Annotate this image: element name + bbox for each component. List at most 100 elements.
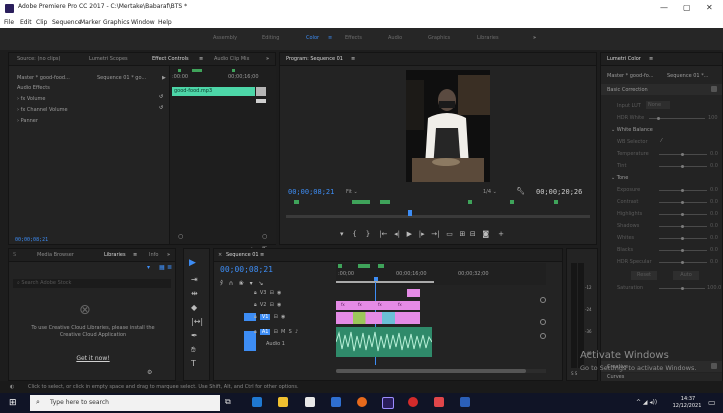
firefox-icon[interactable]: [357, 397, 367, 407]
menu-marker[interactable]: Marker: [80, 19, 101, 26]
auto-button[interactable]: Auto: [673, 271, 699, 280]
eye-icon[interactable]: ◉: [277, 302, 281, 308]
workspace-assembly[interactable]: Assembly: [213, 35, 237, 41]
expand-chevron-icon[interactable]: ›: [17, 118, 19, 124]
creative-checkbox[interactable]: [711, 363, 717, 369]
timeline-scroll-thumb[interactable]: [336, 369, 526, 373]
eye-icon[interactable]: ◉: [277, 290, 281, 296]
menu-clip[interactable]: Clip: [36, 19, 47, 26]
store-icon[interactable]: [305, 397, 315, 407]
tab-source[interactable]: Source: (no clips): [17, 56, 60, 62]
workspace-libraries[interactable]: Libraries: [477, 35, 499, 41]
param-contrast-value[interactable]: 0.0: [710, 199, 718, 205]
play-audio-icon[interactable]: ▶: [162, 75, 166, 81]
saturation-knob[interactable]: [681, 287, 684, 290]
saturation-value[interactable]: 100.0: [707, 285, 721, 291]
timeline-menu-icon[interactable]: ≡: [260, 252, 264, 258]
step-forward-icon[interactable]: |▸: [419, 230, 425, 238]
type-tool-icon[interactable]: T: [191, 359, 196, 368]
panel-grip-icon[interactable]: S: [13, 252, 16, 258]
solo-button[interactable]: S: [289, 329, 292, 335]
mute-button[interactable]: M: [281, 329, 285, 335]
tray-clock-date[interactable]: 12/12/2021: [670, 403, 704, 409]
video-preview[interactable]: [406, 70, 490, 182]
reset-channel-icon[interactable]: ↺: [159, 105, 163, 111]
effect-volume[interactable]: › fx Volume: [17, 96, 46, 102]
tab-lumetri-color[interactable]: Lumetri Color: [607, 56, 641, 62]
workspace-editing[interactable]: Editing: [262, 35, 279, 41]
add-marker-icon[interactable]: ▾: [250, 280, 253, 287]
workspace-color[interactable]: Color: [306, 35, 319, 41]
reset-button[interactable]: Reset: [631, 271, 657, 280]
file-explorer-icon[interactable]: [278, 397, 288, 407]
reset-volume-icon[interactable]: ↺: [159, 94, 163, 100]
menu-window[interactable]: Window: [131, 19, 155, 26]
hdr-white-knob[interactable]: [657, 117, 660, 120]
sync-lock-icon[interactable]: ⊟: [274, 329, 278, 335]
lock-icon[interactable]: 🔒︎: [254, 329, 257, 335]
snap-icon[interactable]: ∩: [229, 280, 233, 287]
pen-tool-icon[interactable]: ✒: [191, 331, 198, 340]
param-exposure-value[interactable]: 0.0: [710, 187, 718, 193]
param-whites-value[interactable]: 0.0: [710, 235, 718, 241]
list-view-icon[interactable]: ≣: [167, 264, 172, 271]
program-playhead[interactable]: [408, 210, 412, 216]
exposure-knob[interactable]: [681, 189, 684, 192]
clip-end-handle[interactable]: [256, 87, 266, 96]
track-id[interactable]: V2: [260, 302, 267, 308]
settings-wrench-icon[interactable]: 🔧︎: [516, 187, 525, 195]
playback-resolution-dropdown[interactable]: 1/4 ⌄: [483, 189, 497, 195]
libraries-more-icon[interactable]: »: [167, 252, 170, 258]
razor-tool-icon[interactable]: ◆: [191, 303, 197, 312]
close-button[interactable]: ✕: [706, 3, 713, 12]
highlights-knob[interactable]: [681, 213, 684, 216]
workspace-menu-icon[interactable]: ≡: [328, 35, 332, 41]
lock-icon[interactable]: 🔒︎: [254, 302, 257, 308]
library-dropdown-icon[interactable]: ▾: [147, 264, 150, 271]
hdr-white-value[interactable]: 100: [708, 115, 718, 121]
minimize-button[interactable]: —: [660, 3, 668, 12]
play-button-icon[interactable]: ▶: [407, 230, 412, 238]
audio-clip-a1[interactable]: [336, 327, 432, 357]
effect-controls-timeline[interactable]: :00:00 00;00;16;00 good-food.mp3 ○ ○ ▸ı …: [169, 66, 276, 253]
stock-search-input[interactable]: ⌕ Search Adobe Stock: [13, 279, 171, 288]
audio-clip-good-food[interactable]: good-food.mp3: [172, 87, 255, 96]
word-icon[interactable]: [460, 397, 470, 407]
lumetri-menu-icon[interactable]: ≡: [649, 56, 653, 62]
basic-correction-checkbox[interactable]: [711, 86, 717, 92]
mark-out-icon[interactable]: }: [366, 230, 370, 238]
grid-view-icon[interactable]: ▦: [159, 264, 165, 271]
eye-icon[interactable]: ◉: [281, 314, 285, 320]
work-area-bar[interactable]: [336, 281, 434, 283]
sync-lock-icon[interactable]: ⊟: [274, 314, 278, 320]
safe-margins-icon[interactable]: ▭: [446, 230, 453, 238]
add-marker-icon[interactable]: ▾: [340, 230, 344, 238]
track-id[interactable]: V1: [259, 314, 271, 320]
app-icon[interactable]: [434, 397, 444, 407]
selection-tool-icon[interactable]: ▶: [189, 258, 196, 268]
video-clip-v2[interactable]: fx fx fx fx: [336, 301, 420, 310]
step-back-icon[interactable]: ◂|: [394, 230, 400, 238]
input-lut-dropdown[interactable]: None: [646, 101, 670, 109]
linked-selection-icon[interactable]: ❀: [239, 280, 244, 287]
vertical-zoom-handle[interactable]: [540, 297, 546, 303]
go-to-out-icon[interactable]: →|: [431, 230, 439, 238]
lumetri-sequence-selector[interactable]: Sequence 01 *...: [667, 73, 721, 79]
mic-icon[interactable]: ♪: [295, 329, 298, 335]
button-editor-plus-icon[interactable]: +: [498, 230, 504, 238]
tab-audio-clip-mix[interactable]: Audio Clip Mix: [214, 56, 250, 62]
close-sequence-icon[interactable]: ×: [218, 252, 222, 258]
hdr-specular-knob[interactable]: [681, 261, 684, 264]
sequence-clip-selector[interactable]: Sequence 01 * go...: [97, 75, 159, 81]
tab-lumetri-scopes[interactable]: Lumetri Scopes: [89, 56, 128, 62]
whites-knob[interactable]: [681, 237, 684, 240]
ripple-edit-tool-icon[interactable]: ⇹: [191, 289, 198, 298]
video-clip-v1[interactable]: [336, 312, 420, 324]
timeline-timecode[interactable]: 00;00;08;21: [220, 265, 273, 274]
menu-graphics[interactable]: Graphics: [103, 19, 130, 26]
workspace-graphics[interactable]: Graphics: [428, 35, 450, 41]
opera-icon[interactable]: [408, 397, 418, 407]
slip-tool-icon[interactable]: |↔|: [191, 317, 203, 326]
sync-lock-icon[interactable]: ⊟: [270, 290, 274, 296]
zoom-out-icon[interactable]: ○: [178, 233, 183, 240]
